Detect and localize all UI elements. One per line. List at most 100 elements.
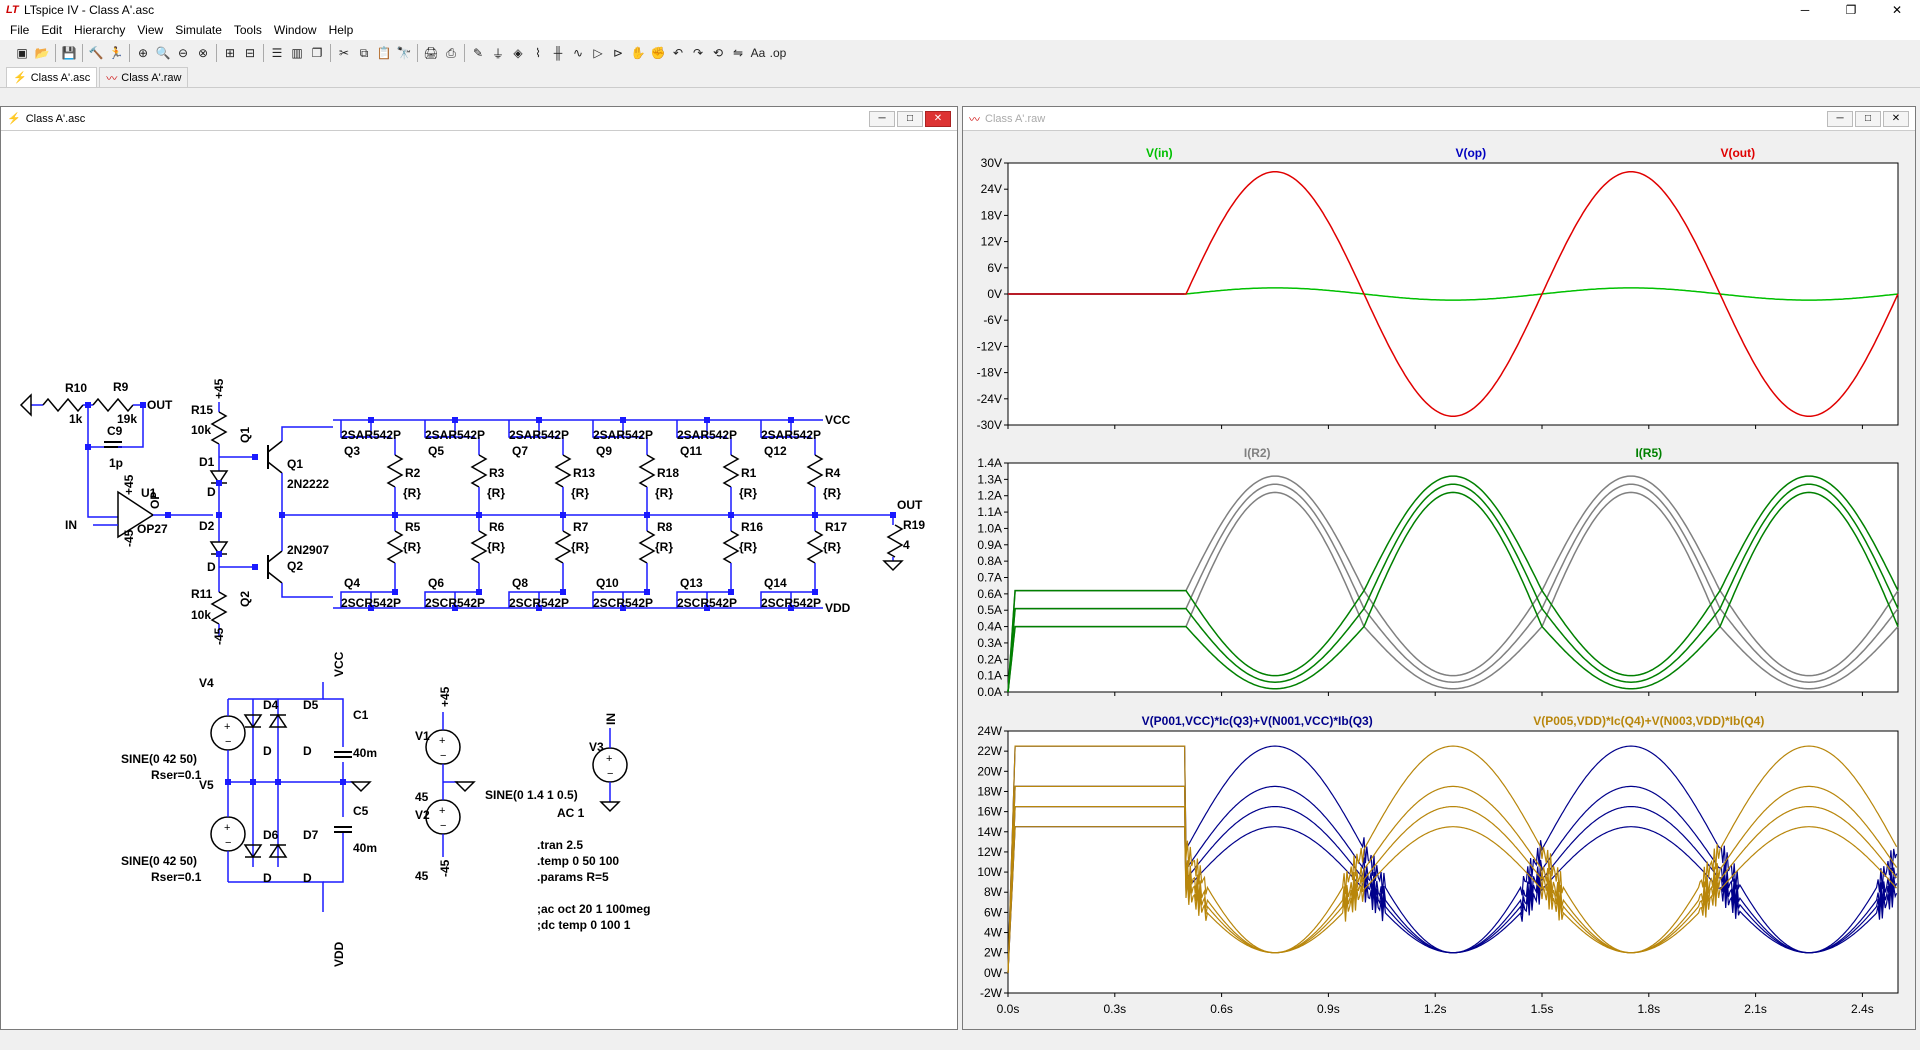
drag-icon[interactable]: ✊ bbox=[648, 43, 668, 63]
tile-horizontal-icon[interactable]: ☰ bbox=[267, 43, 287, 63]
legend-entry-0-0: V(in) bbox=[1146, 146, 1173, 160]
zoom-fit-icon[interactable]: ⊗ bbox=[193, 43, 213, 63]
close-button[interactable]: ✕ bbox=[1874, 0, 1920, 20]
control-panel-icon[interactable]: 🔨 bbox=[86, 43, 106, 63]
resistor-icon[interactable]: ⌇ bbox=[528, 43, 548, 63]
undo-icon[interactable]: ↶ bbox=[668, 43, 688, 63]
spice-directive-2: .params R=5 bbox=[537, 870, 609, 884]
value-v4: SINE(0 42 50) bbox=[121, 752, 197, 766]
schematic-close-button[interactable]: ✕ bbox=[925, 111, 951, 127]
autorange-x-icon[interactable]: ⊟ bbox=[240, 43, 260, 63]
autorange-icon[interactable]: ⊞ bbox=[220, 43, 240, 63]
legend-entry-0-1: V(op) bbox=[1455, 146, 1486, 160]
x-tick-label: 2.4s bbox=[1851, 1002, 1874, 1016]
zoom-out-icon[interactable]: ⊖ bbox=[173, 43, 193, 63]
transistor-model-q8: 2SCR542P bbox=[509, 596, 569, 610]
label-d1: D1 bbox=[199, 455, 215, 469]
menu-file[interactable]: File bbox=[4, 23, 35, 37]
schematic-minimize-button[interactable]: ─ bbox=[869, 111, 895, 127]
plot-pane-1 bbox=[1007, 462, 1899, 693]
menu-help[interactable]: Help bbox=[323, 23, 360, 37]
minimize-button[interactable]: ─ bbox=[1782, 0, 1828, 20]
waveform-plot-area[interactable]: 30V 24V 18V 12V 6V 0V -6V -12V -18V -24V -30V V(in)… bbox=[963, 133, 1915, 1029]
zoom-in-icon[interactable]: ⊕ bbox=[133, 43, 153, 63]
open-icon[interactable]: 📂 bbox=[32, 43, 52, 63]
copy-icon[interactable]: ⧉ bbox=[354, 43, 374, 63]
rotate-icon[interactable]: ⟲ bbox=[708, 43, 728, 63]
toolbar-separator bbox=[55, 44, 56, 62]
move-icon[interactable]: ✋ bbox=[628, 43, 648, 63]
value-d4: D bbox=[263, 744, 272, 758]
label-q14: Q14 bbox=[764, 576, 787, 590]
find-icon[interactable]: 🔭 bbox=[394, 43, 414, 63]
cut-icon[interactable]: ✂ bbox=[334, 43, 354, 63]
resistor-r13 bbox=[554, 454, 572, 488]
menu-simulate[interactable]: Simulate bbox=[169, 23, 228, 37]
y-tick-label: 0.0A bbox=[977, 685, 1002, 699]
label-r18: R18 bbox=[657, 466, 679, 480]
y-tick-label: -18V bbox=[977, 366, 1002, 380]
y-tick-label: 1.0A bbox=[977, 521, 1002, 535]
mirror-icon[interactable]: ⇋ bbox=[728, 43, 748, 63]
spice-directive-icon[interactable]: .op bbox=[768, 43, 788, 63]
new-schematic-icon[interactable]: ▣ bbox=[12, 43, 32, 63]
schematic-icon: ⚡ bbox=[7, 113, 21, 125]
value-v3: SINE(0 1.4 1 0.5) bbox=[485, 788, 578, 802]
waveform-minimize-button[interactable]: ─ bbox=[1827, 111, 1853, 127]
value-d5: D bbox=[303, 744, 312, 758]
transistor-q2-emitter bbox=[267, 571, 283, 584]
voltage-source-v3-minus: − bbox=[607, 768, 613, 780]
spice-directive-1: .temp 0 50 100 bbox=[537, 854, 619, 868]
maximize-button[interactable]: ❐ bbox=[1828, 0, 1874, 20]
tab-schematic-label: Class A'.asc bbox=[30, 71, 91, 84]
tab-waveform[interactable]: 〰 Class A'.raw bbox=[99, 67, 189, 87]
tile-vertical-icon[interactable]: ▥ bbox=[287, 43, 307, 63]
component-icon[interactable]: ⊳ bbox=[608, 43, 628, 63]
menu-edit[interactable]: Edit bbox=[35, 23, 68, 37]
cascade-icon[interactable]: ❐ bbox=[307, 43, 327, 63]
inductor-icon[interactable]: ∿ bbox=[568, 43, 588, 63]
zoom-pan-icon[interactable]: 🔍 bbox=[153, 43, 173, 63]
transistor-model-q4: 2SCR542P bbox=[341, 596, 401, 610]
x-tick-label: 0.0s bbox=[997, 1002, 1020, 1016]
resistor-r9 bbox=[92, 397, 134, 413]
waveform-close-button[interactable]: ✕ bbox=[1883, 111, 1909, 127]
voltage-source-v5-plus: + bbox=[224, 822, 230, 834]
transistor-model-q13: 2SCR542P bbox=[677, 596, 737, 610]
text-icon[interactable]: Aa bbox=[748, 43, 768, 63]
waveform-window[interactable]: 〰 Class A'.raw ─ □ ✕ 30V 24V 18V 12V 6V 0V -6V… bbox=[962, 106, 1916, 1030]
schematic-window[interactable]: ⚡ Class A'.asc ─ □ ✕ R10 1k R9 19k C9 1p OUT IN… bbox=[0, 106, 958, 1030]
schematic-maximize-button[interactable]: □ bbox=[897, 111, 923, 127]
x-tick-label: 0.9s bbox=[1317, 1002, 1340, 1016]
y-tick-label: 4W bbox=[984, 926, 1003, 940]
menu-tools[interactable]: Tools bbox=[228, 23, 268, 37]
menu-window[interactable]: Window bbox=[268, 23, 323, 37]
label-net-icon[interactable]: ◈ bbox=[508, 43, 528, 63]
value-r11: 10k bbox=[191, 608, 211, 622]
draw-wire-icon[interactable]: ✎ bbox=[468, 43, 488, 63]
capacitor-icon[interactable]: ╫ bbox=[548, 43, 568, 63]
wire bbox=[323, 698, 344, 747]
paste-icon[interactable]: 📋 bbox=[374, 43, 394, 63]
waveform-maximize-button[interactable]: □ bbox=[1855, 111, 1881, 127]
print-preview-icon[interactable]: ⎙ bbox=[441, 43, 461, 63]
label-r9: R9 bbox=[113, 380, 129, 394]
y-tick-label: 0W bbox=[984, 966, 1003, 980]
schematic-canvas[interactable]: R101kR919kC91pOUTINOP+45-45U1OP27+45-45R… bbox=[13, 137, 953, 1027]
print-icon[interactable]: 🖨 bbox=[421, 43, 441, 63]
toolbar-separator bbox=[464, 44, 465, 62]
tab-schematic[interactable]: ⚡ Class A'.asc bbox=[6, 67, 98, 87]
diode-icon[interactable]: ▷ bbox=[588, 43, 608, 63]
y-tick-label: 0.6A bbox=[977, 587, 1002, 601]
junction-dot bbox=[165, 512, 171, 518]
save-icon[interactable]: 💾 bbox=[59, 43, 79, 63]
ground-icon[interactable]: ⏚ bbox=[488, 43, 508, 63]
resistor-r7 bbox=[554, 530, 572, 564]
ground-r19 bbox=[882, 560, 904, 572]
menu-view[interactable]: View bbox=[131, 23, 169, 37]
menu-hierarchy[interactable]: Hierarchy bbox=[68, 23, 131, 37]
resistor-r15 bbox=[210, 411, 228, 445]
transistor-q2-collector bbox=[267, 550, 283, 563]
run-icon[interactable]: 🏃 bbox=[106, 43, 126, 63]
redo-icon[interactable]: ↷ bbox=[688, 43, 708, 63]
